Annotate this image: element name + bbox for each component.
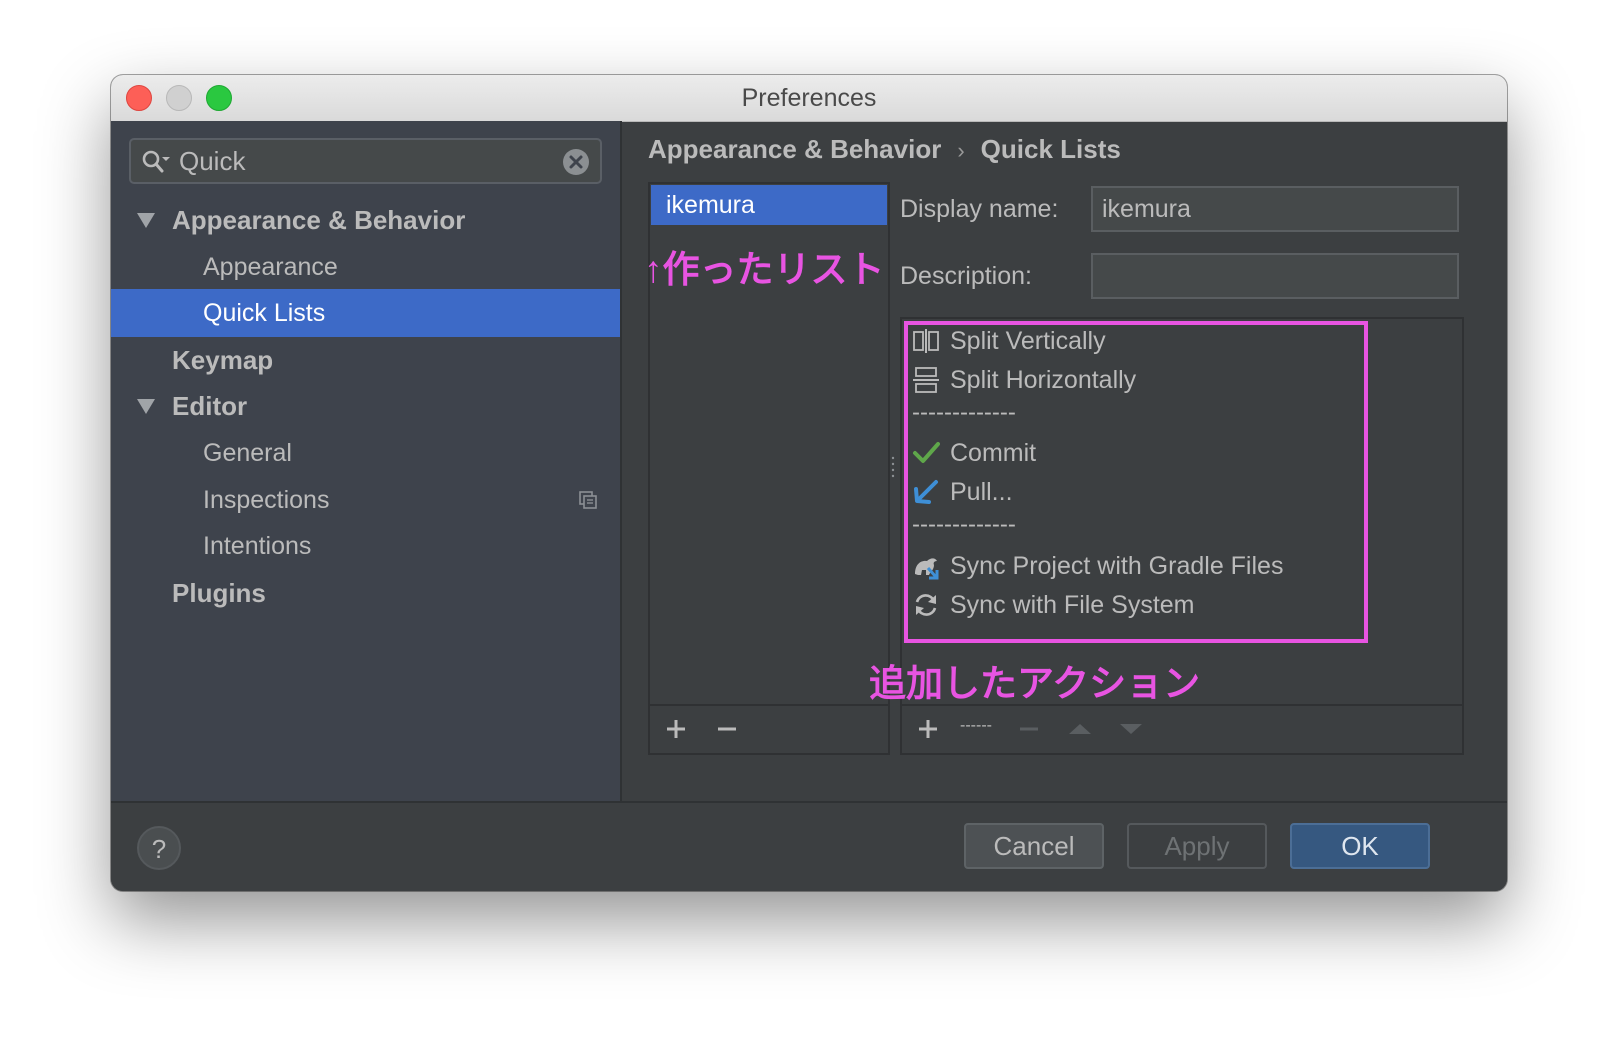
tree-item-appearance-behavior[interactable]: Appearance & Behavior [111,196,620,244]
display-name-field[interactable]: ikemura [1091,186,1459,232]
breadcrumb-current: Quick Lists [980,134,1121,164]
remove-action-icon[interactable] [1013,713,1045,745]
action-label: Sync Project with Gradle Files [950,552,1284,580]
description-field[interactable] [1091,253,1459,299]
action-label: Commit [950,439,1037,467]
window-title: Preferences [741,84,877,112]
refresh-icon [915,594,937,616]
sidebar-divider[interactable] [620,121,622,801]
tree-item-general[interactable]: General [111,429,620,477]
tree-item-inspections[interactable]: Inspections [111,476,620,524]
expand-arrow-icon[interactable] [137,213,155,228]
tree-item-editor[interactable]: Editor [111,382,620,430]
move-up-icon[interactable] [1064,713,1096,745]
action-label: Split Vertically [950,327,1106,355]
add-action-icon[interactable] [912,713,944,745]
search-field[interactable]: Quick [129,138,602,184]
commit-check-icon [913,442,940,463]
cancel-button[interactable]: Cancel [964,823,1104,869]
dialog-button-bar: ? Cancel Apply OK [111,803,1507,891]
tree-item-label: Appearance [203,253,338,281]
gradle-sync-icon [915,558,939,580]
search-input[interactable]: Quick [179,140,245,182]
action-label: Pull... [950,478,1013,506]
tree-item-appearance[interactable]: Appearance [111,243,620,291]
breadcrumb: Appearance & Behavior › Quick Lists [648,129,1121,169]
search-icon [142,150,170,173]
add-separator-button[interactable]: ------ [960,714,992,738]
action-separator[interactable]: ------------- [912,511,1016,539]
help-button[interactable]: ? [137,826,181,870]
tree-item-label: Plugins [172,578,266,608]
action-label: Split Horizontally [950,366,1137,394]
action-label: Sync with File System [950,591,1195,619]
tree-item-label: Inspections [203,486,330,514]
tree-item-label: Appearance & Behavior [172,205,466,235]
tree-item-label: Quick Lists [203,299,326,327]
annotation-created-list: ↑作ったリスト [644,249,885,290]
splitter-handle-icon[interactable] [891,455,895,481]
split-vertically-icon [913,329,939,353]
tree-item-quick-lists[interactable]: Quick Lists [111,289,620,337]
preferences-window: Preferences Quick Appearance & Behavior … [111,75,1507,891]
tree-item-label: Intentions [203,532,312,560]
breadcrumb-separator: › [957,138,965,163]
add-list-icon[interactable] [660,713,692,745]
clear-search-icon[interactable] [562,148,590,176]
move-down-icon[interactable] [1115,713,1147,745]
description-label: Description: [900,262,1032,290]
tree-item-intentions[interactable]: Intentions [111,522,620,570]
breadcrumb-parent: Appearance & Behavior [648,134,942,164]
title-bar: Preferences [111,75,1507,122]
project-settings-copy-icon [579,491,597,509]
tree-item-label: General [203,439,292,467]
tree-item-keymap[interactable]: Keymap [111,336,620,384]
split-horizontally-icon [913,367,939,393]
action-separator[interactable]: ------------- [912,399,1016,427]
ok-button[interactable]: OK [1290,823,1430,869]
settings-sidebar: Quick Appearance & Behavior Appearance Q… [111,121,620,801]
annotation-added-actions: 追加したアクション [869,663,1201,704]
pull-arrow-icon [914,480,938,504]
remove-list-icon[interactable] [711,713,743,745]
actions-toolbar: ------ [902,704,1462,753]
quick-lists-toolbar [650,704,888,753]
display-name-label: Display name: [900,195,1059,223]
tree-item-label: Editor [172,391,248,421]
quick-list-item[interactable]: ikemura [651,185,887,225]
apply-button[interactable]: Apply [1127,823,1267,869]
tree-item-plugins[interactable]: Plugins [111,569,620,617]
tree-item-label: Keymap [172,345,274,375]
expand-arrow-icon[interactable] [137,399,155,414]
